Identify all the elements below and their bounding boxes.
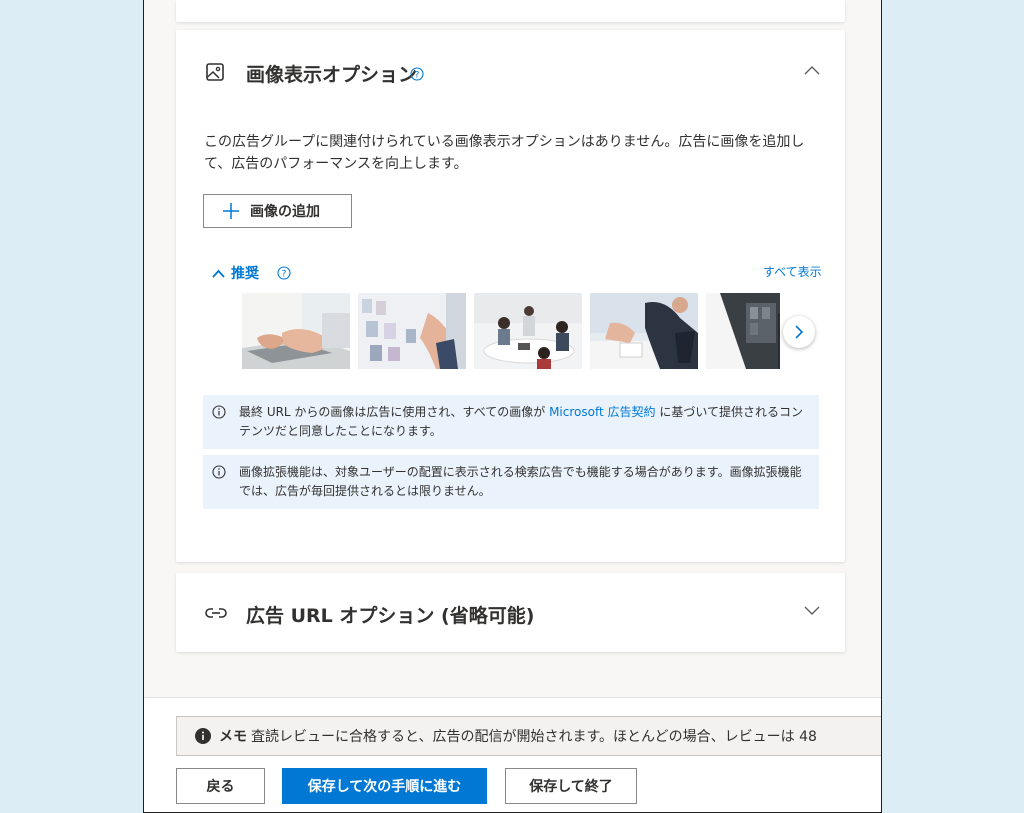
svg-text:?: ? — [282, 270, 287, 280]
recommended-label: 推奨 — [231, 266, 259, 282]
memo-text: 査読レビューに合格すると、広告の配信が開始されます。ほとんどの場合、レビューは … — [251, 729, 817, 745]
image-extensions-card: 画像表示オプション ? この広告グループに関連付けられている画像表示オプションは… — [176, 30, 845, 562]
memo-label: メモ — [219, 729, 247, 745]
back-button[interactable]: 戻る — [176, 768, 265, 804]
section-title: 広告 URL オプション (省略可能) — [246, 605, 535, 627]
section-title: 画像表示オプション — [246, 64, 418, 86]
chevron-up-icon — [212, 269, 225, 278]
wizard-frame: 画像表示オプション ? この広告グループに関連付けられている画像表示オプションは… — [143, 0, 882, 813]
add-image-button[interactable]: 画像の追加 — [203, 194, 352, 228]
recommended-image-thumbnail[interactable] — [590, 293, 698, 369]
recommended-image-thumbnail[interactable] — [474, 293, 582, 369]
plus-icon — [223, 203, 239, 219]
review-note-banner: メモ 査読レビューに合格すると、広告の配信が開始されます。ほとんどの場合、レビュ… — [176, 716, 881, 756]
info-icon — [212, 405, 226, 419]
svg-text:?: ? — [415, 71, 420, 81]
show-all-link[interactable]: すべて表示 — [763, 263, 821, 280]
url-options-card[interactable]: 広告 URL オプション (省略可能) — [176, 573, 845, 652]
chevron-up-icon[interactable] — [804, 65, 820, 75]
recommended-image-thumbnail[interactable] — [358, 293, 466, 369]
link-icon — [205, 608, 227, 618]
section-description: この広告グループに関連付けられている画像表示オプションはありません。広告に画像を… — [204, 134, 805, 172]
save-and-next-button[interactable]: 保存して次の手順に進む — [282, 768, 487, 804]
info-icon — [195, 728, 211, 744]
add-image-label: 画像の追加 — [250, 204, 320, 220]
help-icon[interactable]: ? — [277, 266, 291, 280]
help-icon[interactable]: ? — [410, 67, 424, 81]
ads-agreement-link[interactable]: Microsoft 広告契約 — [549, 405, 655, 419]
image-icon — [206, 63, 224, 81]
info-icon — [212, 465, 226, 479]
chevron-down-icon[interactable] — [804, 606, 820, 616]
recommended-image-thumbnail[interactable] — [706, 293, 780, 369]
info-text: 画像拡張機能は、対象ユーザーの配置に表示される検索広告でも機能する場合があります… — [239, 465, 802, 498]
wizard-footer: メモ 査読レビューに合格すると、広告の配信が開始されます。ほとんどの場合、レビュ… — [144, 697, 881, 812]
save-and-exit-button[interactable]: 保存して終了 — [505, 768, 637, 804]
info-message-delivery: 画像拡張機能は、対象ユーザーの配置に表示される検索広告でも機能する場合があります… — [203, 455, 819, 509]
carousel-next-button[interactable] — [783, 316, 815, 348]
recommended-image-thumbnail[interactable] — [242, 293, 350, 369]
info-message-terms: 最終 URL からの画像は広告に使用され、すべての画像が Microsoft 広… — [203, 395, 819, 449]
previous-section-card — [176, 0, 845, 22]
chevron-right-icon — [795, 325, 804, 339]
recommended-images-carousel — [242, 293, 780, 369]
recommended-toggle[interactable]: 推奨 ? — [212, 263, 291, 283]
info-text-before: 最終 URL からの画像は広告に使用され、すべての画像が — [239, 405, 550, 419]
